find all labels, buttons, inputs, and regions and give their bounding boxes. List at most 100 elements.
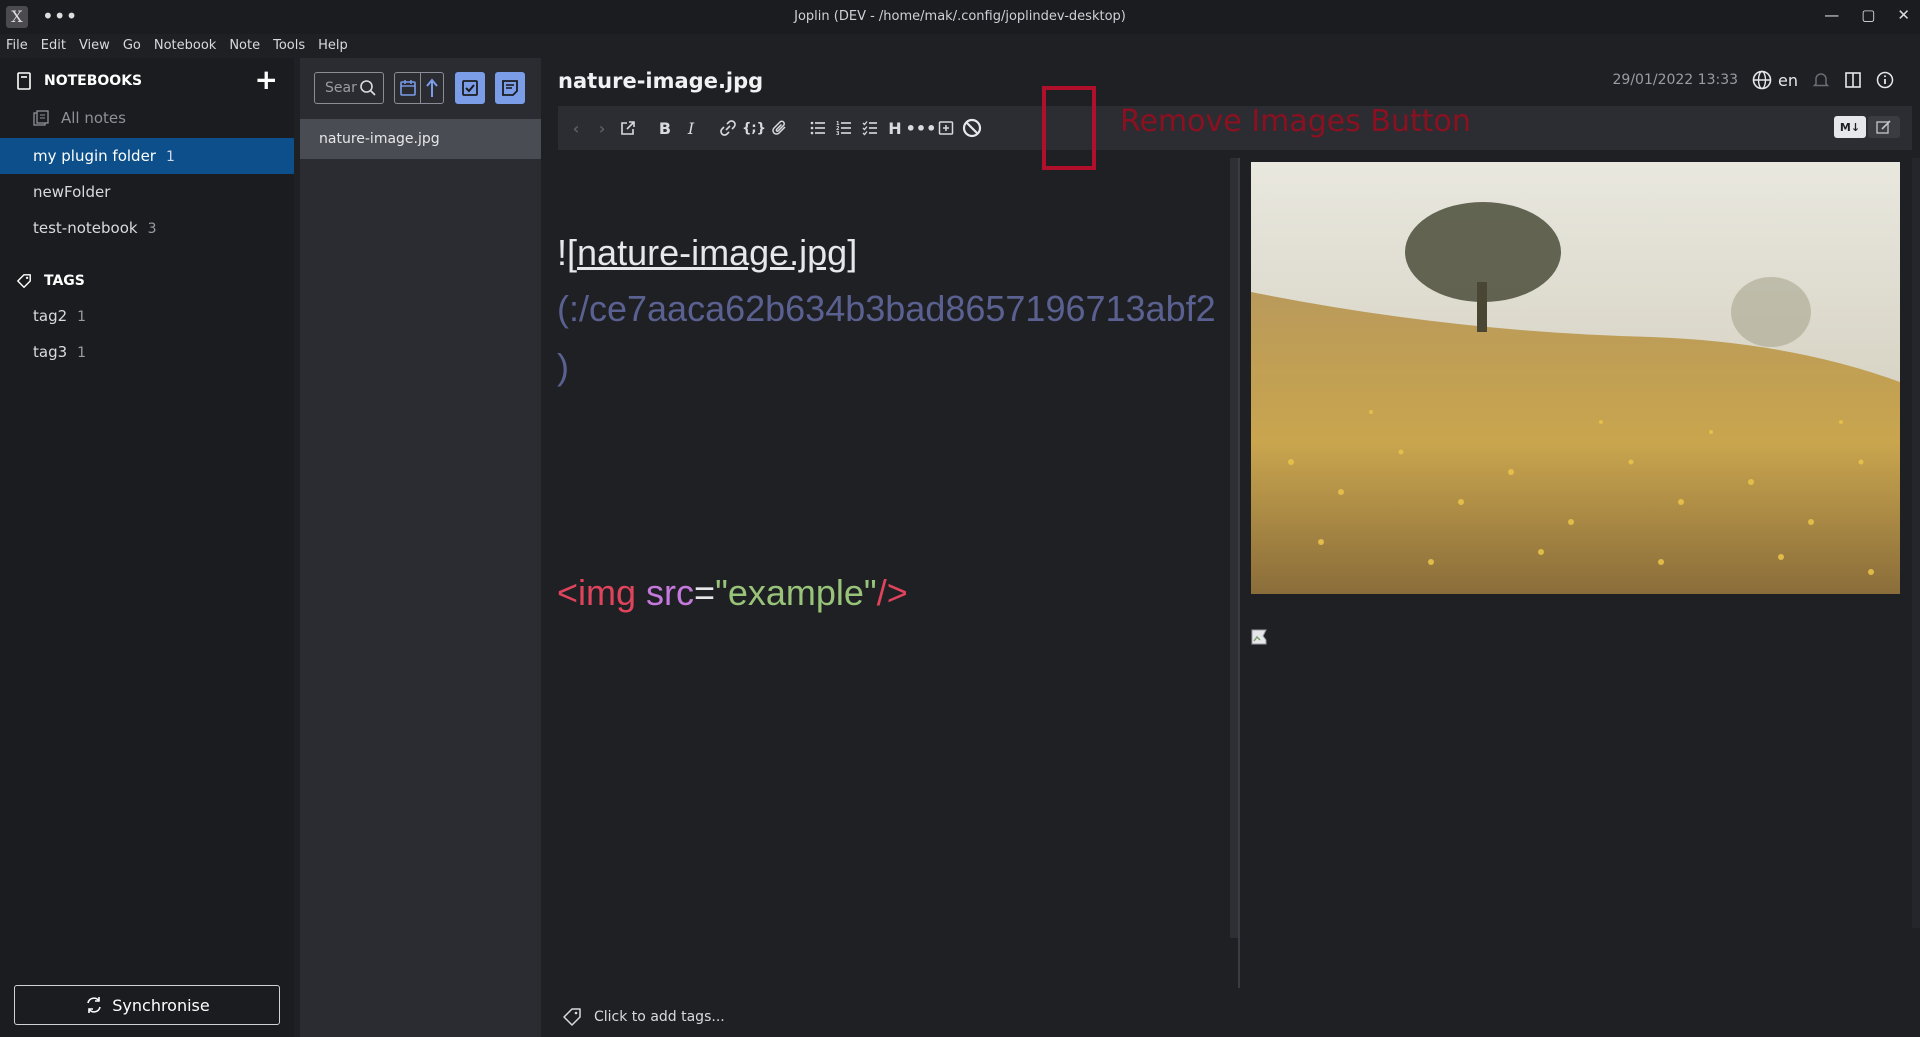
notebook-count: 1	[165, 149, 175, 165]
globe-icon	[1752, 70, 1772, 90]
sidebar-item-tag2[interactable]: tag2 1	[0, 298, 294, 334]
sidebar-item-all-notes[interactable]: All notes	[0, 100, 294, 136]
note-list-panel: Sear nature-image.jpg	[300, 58, 541, 1037]
code-attr: src	[646, 572, 695, 613]
checkbox-icon	[462, 80, 478, 96]
new-todo-button[interactable]	[455, 72, 485, 104]
tag-count: 1	[77, 345, 87, 361]
language-selector[interactable]: en	[1752, 70, 1798, 90]
sidebar: NOTEBOOKS + All notes my plugin folder 1 …	[0, 58, 294, 1037]
alarm-bell-icon[interactable]	[1812, 71, 1830, 89]
menu-file[interactable]: File	[6, 34, 28, 58]
link-icon[interactable]	[717, 117, 739, 139]
markdown-mode-icon[interactable]: M↓	[1834, 116, 1866, 138]
code-icon[interactable]: {;}	[742, 117, 766, 139]
code-bracket-open: [	[567, 232, 578, 273]
editor-panel: nature-image.jpg 29/01/2022 13:33 en ‹ ›	[542, 58, 1920, 1037]
menu-notebook[interactable]: Notebook	[154, 34, 216, 58]
bold-icon[interactable]: B	[654, 117, 676, 139]
forward-arrow-icon[interactable]: ›	[591, 117, 613, 139]
remove-images-highlight-box	[1042, 86, 1096, 170]
editor-mode-toggle[interactable]: M↓	[1834, 116, 1900, 138]
notebook-label: my plugin folder	[33, 147, 156, 165]
menu-help[interactable]: Help	[318, 34, 348, 58]
tags-header[interactable]: TAGS	[16, 272, 85, 290]
title-bar: X ••• Joplin (DEV - /home/mak/.config/jo…	[0, 0, 1920, 34]
code-line-2: (:/ce7aaca62b634b3bad8657196713abf2	[557, 288, 1216, 329]
back-arrow-icon[interactable]: ‹	[565, 117, 587, 139]
notebook-count: 3	[147, 221, 157, 237]
markdown-editor[interactable]: ![nature-image.jpg] (:/ce7aaca62b634b3ba…	[542, 158, 1238, 968]
note-title[interactable]: nature-image.jpg	[558, 69, 763, 93]
notebooks-header[interactable]: NOTEBOOKS	[16, 72, 142, 90]
menu-tools[interactable]: Tools	[273, 34, 305, 58]
sidebar-item-my-plugin-folder[interactable]: my plugin folder 1	[0, 138, 294, 174]
notebook-icon	[17, 72, 31, 90]
bulleted-list-icon[interactable]	[807, 117, 829, 139]
close-icon[interactable]: ✕	[1897, 6, 1910, 24]
note-meta: 29/01/2022 13:33 en	[1613, 70, 1894, 90]
tag-count: 1	[77, 309, 87, 325]
info-icon[interactable]	[1876, 71, 1894, 89]
sync-icon	[87, 997, 102, 1013]
preview-image-nature	[1251, 162, 1900, 594]
attachment-icon[interactable]	[769, 117, 791, 139]
arrow-up-icon	[426, 78, 438, 97]
wysiwyg-mode-icon[interactable]	[1868, 116, 1900, 138]
editor-scrollbar[interactable]	[1230, 158, 1238, 938]
window-controls: — ▢ ✕	[1824, 6, 1910, 24]
search-placeholder: Sear	[325, 80, 357, 96]
notebook-label: newFolder	[33, 183, 111, 201]
heading-icon[interactable]: H	[884, 117, 906, 139]
menu-bar: File Edit View Go Notebook Note Tools He…	[0, 34, 361, 58]
new-note-button[interactable]	[495, 72, 525, 104]
language-label: en	[1778, 70, 1798, 90]
remove-images-icon[interactable]	[961, 117, 983, 139]
layout-toggle-icon[interactable]	[1844, 71, 1862, 89]
code-tag-close: />	[876, 572, 908, 613]
sort-order-button[interactable]	[420, 72, 444, 104]
insert-time-icon[interactable]	[935, 117, 957, 139]
window-title: Joplin (DEV - /home/mak/.config/joplinde…	[794, 9, 1126, 24]
note-list-item[interactable]: nature-image.jpg	[300, 119, 541, 159]
all-notes-icon	[33, 110, 49, 126]
tag-label: tag2	[33, 307, 68, 325]
sidebar-item-tag3[interactable]: tag3 1	[0, 334, 294, 370]
external-edit-icon[interactable]	[617, 117, 639, 139]
all-notes-label: All notes	[61, 109, 126, 127]
broken-image-icon	[1251, 629, 1267, 645]
code-equals: =	[694, 572, 716, 613]
sort-by-date-button[interactable]	[394, 72, 420, 104]
menu-view[interactable]: View	[79, 34, 110, 58]
tags-bar[interactable]: Click to add tags...	[562, 1007, 725, 1027]
checklist-icon[interactable]	[859, 117, 881, 139]
remove-images-annotation: Remove Images Button	[1120, 104, 1471, 139]
italic-icon[interactable]: I	[680, 117, 702, 139]
maximize-icon[interactable]: ▢	[1861, 6, 1875, 24]
preview-scrollbar[interactable]	[1912, 158, 1920, 928]
menu-go[interactable]: Go	[123, 34, 141, 58]
menu-edit[interactable]: Edit	[41, 34, 66, 58]
add-tags-prompt: Click to add tags...	[594, 1009, 725, 1025]
notebooks-header-label: NOTEBOOKS	[44, 73, 143, 89]
horizontal-rule-icon[interactable]: •••	[906, 117, 937, 139]
synchronise-button[interactable]: Synchronise	[14, 985, 280, 1025]
note-icon	[502, 80, 518, 96]
add-notebook-button[interactable]: +	[255, 66, 278, 94]
tag-icon	[563, 1008, 581, 1026]
minimize-icon[interactable]: —	[1824, 6, 1839, 24]
sidebar-item-newfolder[interactable]: newFolder	[0, 174, 294, 210]
numbered-list-icon[interactable]: 123	[833, 117, 855, 139]
tag-label: tag3	[33, 343, 68, 361]
code-line-3: )	[557, 346, 569, 387]
sidebar-item-test-notebook[interactable]: test-notebook 3	[0, 210, 294, 246]
menu-note[interactable]: Note	[229, 34, 260, 58]
tags-header-label: TAGS	[44, 273, 85, 289]
code-bang: !	[557, 232, 568, 273]
search-input[interactable]: Sear	[314, 72, 384, 104]
code-line-1: ![nature-image.jpg]	[557, 232, 857, 274]
pane-divider[interactable]	[1238, 158, 1240, 988]
code-line-html: <img src="example"/>	[557, 572, 908, 614]
svg-text:3: 3	[836, 131, 840, 136]
code-tag-open: <img	[557, 572, 637, 613]
